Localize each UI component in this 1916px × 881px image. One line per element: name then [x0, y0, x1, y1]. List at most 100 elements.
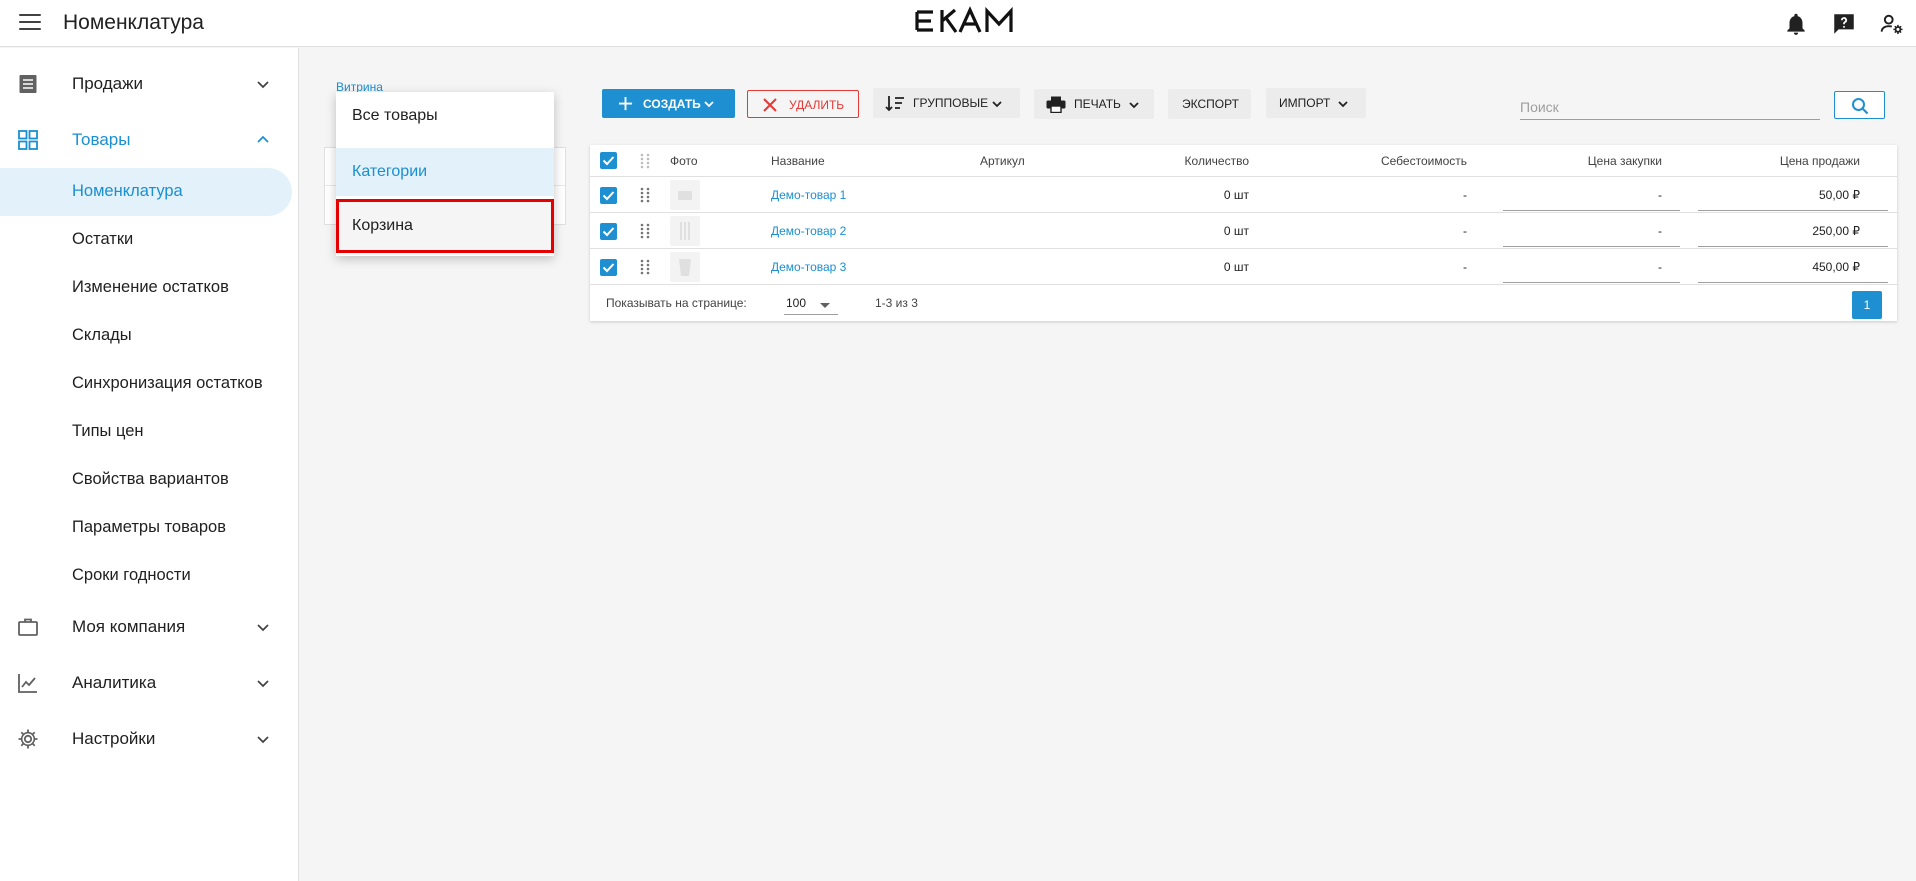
delete-button[interactable]: УДАЛИТЬ [747, 90, 859, 118]
chevron-down-icon [992, 101, 1002, 108]
product-quantity: 0 шт [1223, 224, 1249, 238]
row-checkbox[interactable] [600, 223, 617, 240]
product-sale-price[interactable]: 50,00 ₽ [1660, 188, 1860, 202]
sidebar-group-products[interactable]: Товары [0, 116, 299, 164]
sidebar-group-sales[interactable]: Продажи [0, 60, 299, 108]
grid-icon [18, 130, 38, 150]
sidebar-item-warehouses[interactable]: Склады [0, 312, 292, 360]
menu-item-label: Все товары [352, 107, 438, 124]
menu-item-all-products[interactable]: Все товары [336, 92, 554, 140]
sidebar-item-stock-changes[interactable]: Изменение остатков [0, 264, 292, 312]
cup-icon [679, 259, 691, 276]
sidebar-group-settings[interactable]: Настройки [0, 715, 299, 763]
menu-item-label: Категории [352, 163, 428, 180]
table-row[interactable]: Демо-товар 3 0 шт - - 450,00 ₽ [590, 249, 1897, 285]
column-header-sku[interactable]: Артикул [980, 154, 1025, 168]
group-actions-button[interactable]: ГРУППОВЫЕ [873, 88, 1020, 118]
table-row[interactable]: Демо-товар 2 0 шт - - 250,00 ₽ [590, 213, 1897, 249]
table-footer: Показывать на странице: 100 1-3 из 3 1 [590, 285, 1897, 321]
drag-handle-icon[interactable] [639, 223, 651, 239]
plus-icon [618, 96, 633, 111]
sidebar-item-price-types[interactable]: Типы цен [0, 408, 292, 456]
row-checkbox[interactable] [600, 259, 617, 276]
checkmark-icon [602, 156, 615, 166]
chevron-down-icon [257, 624, 269, 632]
menu-item-categories[interactable]: Категории [336, 148, 554, 196]
ekam-logo [915, 6, 1013, 33]
sidebar-item-label: Типы цен [72, 422, 144, 440]
purchase-price-underline [1503, 282, 1680, 283]
group-actions-label: ГРУППОВЫЕ [913, 96, 989, 110]
product-name-link[interactable]: Демо-товар 2 [771, 224, 846, 238]
import-button[interactable]: ИМПОРТ [1266, 88, 1366, 118]
menu-icon[interactable] [19, 14, 41, 32]
drag-handle-icon[interactable] [639, 187, 651, 203]
column-header-cost[interactable]: Себестоимость [1280, 154, 1467, 168]
column-header-price[interactable]: Цена продажи [1660, 154, 1860, 168]
sidebar-item-stock-sync[interactable]: Синхронизация остатков [0, 360, 292, 408]
product-cost: - [1463, 188, 1467, 202]
checkmark-icon [602, 191, 615, 201]
column-header-purchase-price[interactable]: Цена закупки [1470, 154, 1662, 168]
sidebar-item-expiry-dates[interactable]: Сроки годности [0, 552, 292, 600]
sidebar-item-label: Остатки [72, 230, 134, 248]
product-cost: - [1463, 260, 1467, 274]
table-row[interactable]: Демо-товар 1 0 шт - - 50,00 ₽ [590, 177, 1897, 213]
print-button[interactable]: ПЕЧАТЬ [1034, 89, 1154, 119]
column-header-quantity[interactable]: Количество [1070, 154, 1249, 168]
menu-item-trash[interactable]: Корзина [336, 199, 554, 253]
checkmark-icon [602, 227, 615, 237]
bell-icon[interactable] [1783, 11, 1809, 37]
page-button-1[interactable]: 1 [1852, 291, 1882, 319]
sort-icon [885, 96, 904, 112]
sidebar-item-product-params[interactable]: Параметры товаров [0, 504, 292, 552]
export-button[interactable]: ЭКСПОРТ [1168, 89, 1251, 119]
view-dropdown-menu: Все товары Категории Корзина [336, 92, 554, 256]
search-button[interactable] [1834, 91, 1885, 119]
product-cost: - [1463, 224, 1467, 238]
product-purchase-price[interactable]: - [1470, 224, 1662, 238]
product-purchase-price[interactable]: - [1470, 260, 1662, 274]
user-settings-icon[interactable] [1879, 11, 1905, 37]
import-button-label: ИМПОРТ [1279, 96, 1331, 110]
product-name-link[interactable]: Демо-товар 3 [771, 260, 846, 274]
chevron-down-icon [257, 81, 269, 89]
table-header: Фото Название Артикул Цена продажи Цена … [590, 145, 1897, 177]
product-name-link[interactable]: Демо-товар 1 [771, 188, 846, 202]
chart-icon [18, 674, 37, 693]
page-title: Номенклатура [63, 11, 204, 34]
sale-price-underline [1698, 282, 1888, 283]
drag-handle-icon[interactable] [639, 259, 651, 275]
briefcase-icon [18, 618, 38, 636]
delete-button-label: УДАЛИТЬ [789, 98, 845, 112]
sidebar-group-analytics[interactable]: Аналитика [0, 659, 299, 707]
product-quantity: 0 шт [1223, 260, 1249, 274]
sidebar-item-stock[interactable]: Остатки [0, 216, 292, 264]
create-button[interactable]: СОЗДАТЬ [602, 89, 735, 118]
sidebar-item-label: Сроки годности [72, 566, 191, 584]
receipt-icon [19, 75, 37, 93]
per-page-select[interactable]: 100 [784, 293, 838, 315]
column-header-photo[interactable]: Фото [670, 154, 698, 168]
sidebar-item-label: Склады [72, 326, 132, 344]
product-sale-price[interactable]: 250,00 ₽ [1660, 224, 1860, 238]
product-purchase-price[interactable]: - [1470, 188, 1662, 202]
product-sale-price[interactable]: 450,00 ₽ [1660, 260, 1860, 274]
product-photo-placeholder [670, 252, 700, 282]
sidebar-item-label: Синхронизация остатков [72, 374, 263, 392]
purchase-price-underline [1503, 246, 1680, 247]
sidebar-group-label: Настройки [72, 729, 156, 748]
export-button-label: ЭКСПОРТ [1182, 97, 1239, 111]
sidebar-item-label: Параметры товаров [72, 518, 226, 536]
menu-item-label: Корзина [352, 217, 413, 234]
sidebar-item-nomenclature[interactable]: Номенклатура [0, 168, 292, 216]
sidebar-group-company[interactable]: Моя компания [0, 603, 299, 651]
help-icon[interactable] [1831, 11, 1857, 37]
search-input[interactable] [1520, 94, 1820, 120]
chevron-down-icon [704, 101, 714, 108]
column-header-name[interactable]: Название [771, 154, 825, 168]
product-photo-placeholder [670, 180, 700, 210]
select-all-checkbox[interactable] [600, 152, 617, 169]
row-checkbox[interactable] [600, 187, 617, 204]
sidebar-item-variant-properties[interactable]: Свойства вариантов [0, 456, 292, 504]
